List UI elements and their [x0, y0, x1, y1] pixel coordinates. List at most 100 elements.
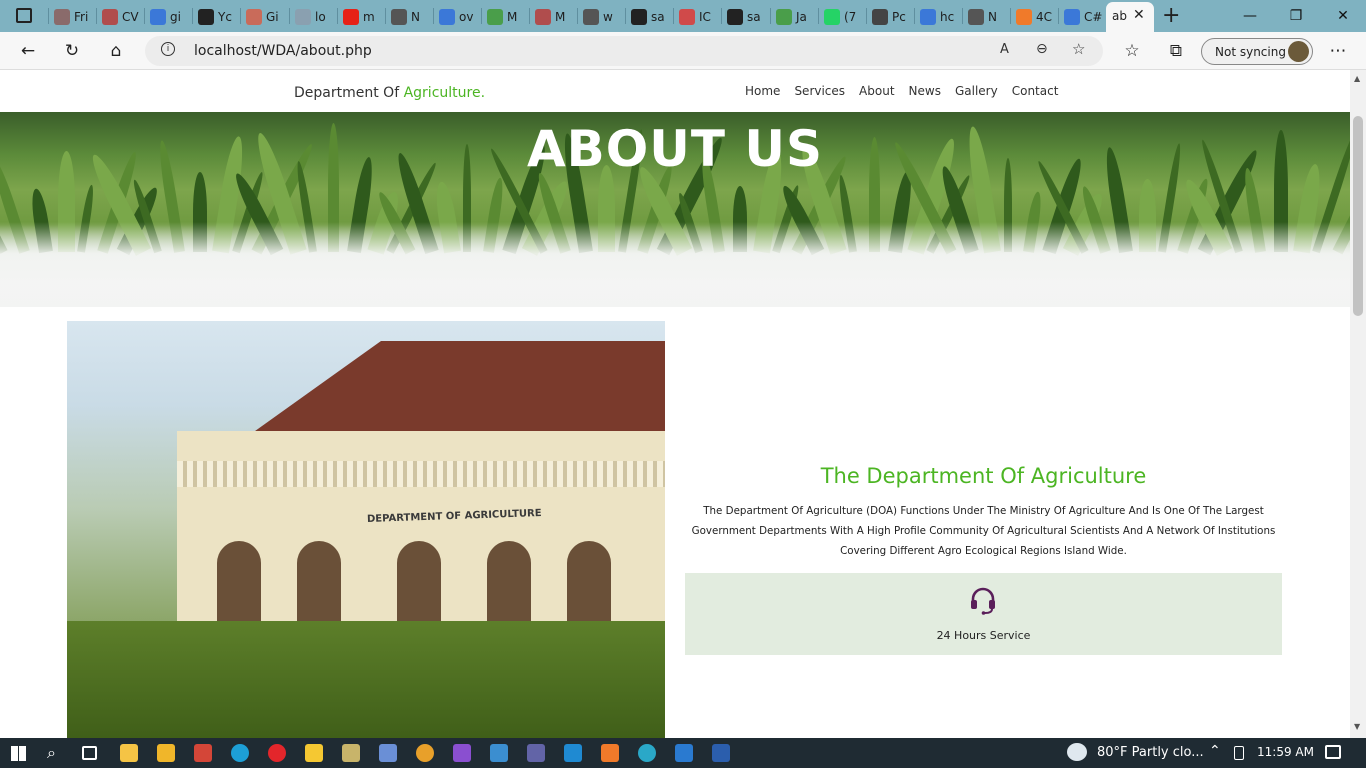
battery-icon[interactable]: [1234, 746, 1244, 760]
browser-tab[interactable]: N: [391, 3, 431, 30]
browser-tab[interactable]: Gi: [246, 3, 286, 30]
browser-tab[interactable]: M: [535, 3, 575, 30]
favorite-add-icon[interactable]: ☆: [1072, 40, 1085, 58]
tab-active[interactable]: ab ✕: [1106, 2, 1154, 32]
chrome-icon[interactable]: [416, 744, 434, 762]
browser-tab[interactable]: C#: [1064, 3, 1104, 30]
tab-favicon-icon: [487, 8, 503, 25]
browser-tab[interactable]: CV: [102, 3, 142, 30]
zoom-icon[interactable]: ⊖: [1036, 41, 1048, 57]
favorites-icon[interactable]: ☆: [1117, 36, 1147, 66]
browser-tab[interactable]: 4C: [1016, 3, 1056, 30]
visual-studio-icon[interactable]: [453, 744, 471, 762]
browser-tab[interactable]: m: [343, 3, 383, 30]
tab-separator: [962, 8, 963, 24]
minimize-icon[interactable]: —: [1227, 0, 1273, 32]
tab-label: (7: [844, 9, 857, 24]
tab-label: C#: [1084, 9, 1103, 24]
teams-icon[interactable]: [527, 744, 545, 762]
task-view-icon[interactable]: [82, 746, 97, 760]
chevron-up-icon[interactable]: ⌃: [1209, 743, 1221, 759]
site-info-icon[interactable]: i: [161, 42, 175, 56]
tab-separator: [289, 8, 290, 24]
clock[interactable]: 11:59 AM: [1257, 745, 1314, 759]
browser-tab[interactable]: M: [487, 3, 527, 30]
new-tab-icon[interactable]: +: [1162, 3, 1180, 28]
tab-separator: [770, 8, 771, 24]
browser-tab[interactable]: hc: [920, 3, 960, 30]
close-window-icon[interactable]: ✕: [1320, 0, 1366, 32]
browser-tab[interactable]: N: [968, 3, 1008, 30]
nav-services[interactable]: Services: [794, 84, 845, 98]
tab-separator: [433, 8, 434, 24]
more-menu-icon[interactable]: ⋯: [1323, 36, 1353, 66]
restore-icon[interactable]: ❐: [1273, 0, 1319, 32]
collections-icon[interactable]: ⧉: [1161, 36, 1191, 66]
tab-label: M: [555, 9, 566, 24]
scrollbar-thumb[interactable]: [1353, 116, 1363, 316]
sync-button[interactable]: Not syncing: [1201, 38, 1313, 65]
url-text: localhost/WDA/about.php: [194, 43, 372, 59]
edge-dev-icon[interactable]: [638, 744, 656, 762]
browser-tab[interactable]: ov: [439, 3, 479, 30]
nav-home[interactable]: Home: [745, 84, 780, 98]
photos-icon[interactable]: [675, 744, 693, 762]
browser-tab[interactable]: w: [583, 3, 623, 30]
settings-app-icon[interactable]: [342, 744, 360, 762]
vscode-icon[interactable]: [564, 744, 582, 762]
nav-news[interactable]: News: [909, 84, 941, 98]
site-brand[interactable]: Department Of Agriculture.: [294, 85, 485, 101]
browser-tab[interactable]: IC: [679, 3, 719, 30]
gmail-icon[interactable]: [194, 744, 212, 762]
tab-favicon-icon: [295, 8, 311, 25]
word-icon[interactable]: [712, 744, 730, 762]
read-aloud-icon[interactable]: A: [1000, 42, 1009, 57]
address-field[interactable]: i localhost/WDA/about.php A ⊖ ☆: [145, 36, 1103, 66]
photo-balcony: [177, 461, 665, 487]
browser-tab[interactable]: sa: [631, 3, 671, 30]
keyboard-icon[interactable]: [490, 744, 508, 762]
nav-about[interactable]: About: [859, 84, 894, 98]
notification-icon[interactable]: [1325, 745, 1341, 759]
about-description: The Department Of Agriculture (DOA) Func…: [691, 505, 1276, 557]
browser-tab[interactable]: Pc: [872, 3, 912, 30]
service-label: 24 Hours Service: [936, 629, 1031, 642]
back-icon[interactable]: ←: [13, 36, 43, 66]
tab-actions-icon[interactable]: [16, 8, 32, 23]
nav-gallery[interactable]: Gallery: [955, 84, 998, 98]
refresh-icon[interactable]: ↻: [57, 36, 87, 66]
building-photo: DEPARTMENT OF AGRICULTURE: [67, 321, 665, 738]
file-explorer-icon[interactable]: [120, 744, 138, 762]
photo-hedge: [67, 621, 665, 738]
browser-tab[interactable]: sa: [727, 3, 767, 30]
opera-icon[interactable]: [268, 744, 286, 762]
browser-tab[interactable]: (7: [824, 3, 864, 30]
tab-favicon-icon: [824, 8, 840, 25]
browser-tab[interactable]: lo: [295, 3, 335, 30]
browser-tab[interactable]: gi: [150, 3, 190, 30]
browser-tab[interactable]: Ja: [776, 3, 816, 30]
home-icon[interactable]: ⌂: [101, 36, 131, 66]
tab-favicon-icon: [198, 8, 214, 25]
weather-icon[interactable]: [1067, 743, 1087, 761]
close-tab-icon[interactable]: ✕: [1133, 7, 1145, 23]
windows-start-icon[interactable]: [11, 746, 26, 761]
browser-tab[interactable]: Yc: [198, 3, 238, 30]
weather-text[interactable]: 80°F Partly clo...: [1097, 745, 1204, 760]
tab-label: M: [507, 9, 518, 24]
tab-separator: [529, 8, 530, 24]
nav-contact[interactable]: Contact: [1012, 84, 1059, 98]
xampp-icon[interactable]: [601, 744, 619, 762]
browser-tab[interactable]: Fri: [54, 3, 94, 30]
edge-icon[interactable]: [231, 744, 249, 762]
store-icon[interactable]: [157, 744, 175, 762]
media-player-icon[interactable]: [305, 744, 323, 762]
search-icon[interactable]: ⌕: [47, 743, 56, 763]
service-card: 24 Hours Service: [685, 573, 1282, 655]
tab-label: 4C: [1036, 9, 1053, 24]
app-icon[interactable]: [379, 744, 397, 762]
tab-separator: [721, 8, 722, 24]
scroll-up-icon[interactable]: ▲: [1354, 74, 1360, 83]
scroll-down-icon[interactable]: ▼: [1354, 722, 1360, 731]
page-scrollbar[interactable]: ▲ ▼: [1350, 70, 1366, 738]
